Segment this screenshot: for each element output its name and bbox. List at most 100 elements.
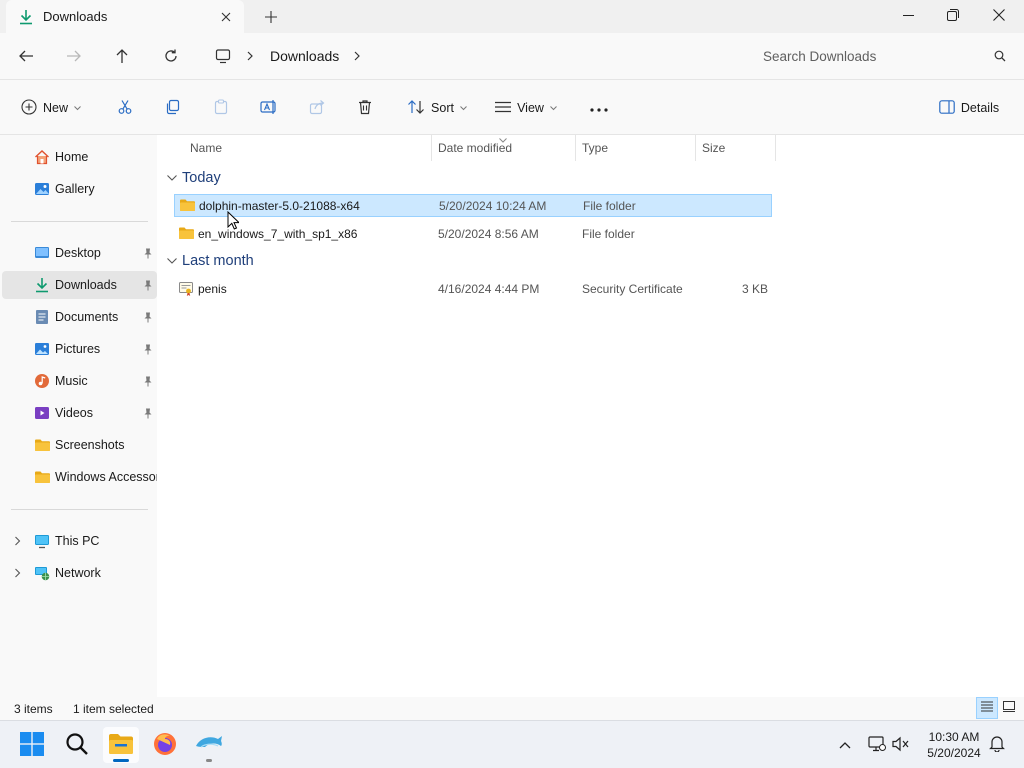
group-title: Last month <box>182 253 254 269</box>
column-divider[interactable] <box>431 135 432 161</box>
downloads-icon <box>18 9 34 25</box>
sidebar-item-network[interactable]: Network <box>2 559 157 587</box>
refresh-button[interactable] <box>155 41 187 71</box>
file-type: File folder <box>583 199 636 213</box>
breadcrumb-downloads[interactable]: Downloads <box>270 48 339 64</box>
folder-icon <box>178 226 194 242</box>
new-button[interactable]: New <box>18 93 84 123</box>
column-divider[interactable] <box>575 135 576 161</box>
chevron-right-icon[interactable] <box>246 51 256 61</box>
show-hidden-icons-button[interactable] <box>834 734 856 756</box>
details-view-toggle[interactable] <box>976 697 998 719</box>
pin-icon <box>142 311 154 323</box>
file-type: Security Certificate <box>582 282 683 296</box>
sort-indicator-icon <box>499 132 507 146</box>
more-options-button[interactable] <box>584 93 614 123</box>
minimize-button[interactable] <box>885 0 931 30</box>
taskbar-firefox[interactable] <box>147 727 183 763</box>
mouse-cursor-icon <box>227 210 241 233</box>
sidebar-item-music[interactable]: Music <box>2 367 157 395</box>
group-header-last-month[interactable]: Last month <box>165 250 254 272</box>
chevron-right-icon[interactable] <box>12 536 22 546</box>
this-pc-icon[interactable] <box>214 47 232 65</box>
chevron-down-icon[interactable] <box>165 258 179 264</box>
sidebar-item-videos[interactable]: Videos <box>2 399 157 427</box>
search-icon <box>983 50 1017 62</box>
chevron-right-icon[interactable] <box>12 568 22 578</box>
network-status-button[interactable] <box>866 734 888 756</box>
delete-button[interactable] <box>350 93 380 123</box>
folder-icon <box>179 198 195 214</box>
chevron-down-icon <box>74 105 81 111</box>
downloads-icon <box>33 276 51 294</box>
sidebar-item-pictures[interactable]: Pictures <box>2 335 157 363</box>
system-clock[interactable]: 10:30 AM 5/20/2024 <box>916 729 992 761</box>
pin-icon <box>142 407 154 419</box>
maximize-button[interactable] <box>930 0 976 30</box>
sidebar-item-desktop[interactable]: Desktop <box>2 239 157 267</box>
command-bar: New Sort View Details <box>0 80 1024 135</box>
details-pane-icon <box>939 99 955 117</box>
file-date: 4/16/2024 4:44 PM <box>438 282 540 296</box>
close-tab-icon[interactable] <box>212 3 240 31</box>
file-row[interactable]: en_windows_7_with_sp1_x86 5/20/2024 8:56… <box>174 223 772 246</box>
start-button[interactable] <box>14 727 50 763</box>
column-header-size[interactable]: Size <box>702 135 772 161</box>
taskbar-search-button[interactable] <box>59 727 95 763</box>
forward-button[interactable] <box>58 41 90 71</box>
navigation-bar: Downloads Search Downloads <box>0 33 1024 80</box>
taskbar-file-explorer[interactable] <box>103 727 139 763</box>
search-box[interactable]: Search Downloads <box>749 40 1017 72</box>
sort-button[interactable]: Sort <box>404 93 470 123</box>
column-type-label: Type <box>582 141 609 155</box>
view-label: View <box>517 101 544 115</box>
cut-button[interactable] <box>110 93 140 123</box>
details-pane-button[interactable]: Details <box>936 93 1002 123</box>
chevron-right-icon[interactable] <box>353 51 363 61</box>
file-type: File folder <box>582 227 635 241</box>
sidebar-item-screenshots[interactable]: Screenshots <box>2 431 157 459</box>
notifications-button[interactable] <box>986 734 1008 756</box>
share-button[interactable] <box>302 93 332 123</box>
group-header-today[interactable]: Today <box>165 167 221 189</box>
sidebar-item-windows-accessories[interactable]: Windows Accessories <box>2 463 157 491</box>
column-header-name[interactable]: Name <box>190 135 430 161</box>
address-bar[interactable]: Downloads <box>200 40 738 72</box>
view-button[interactable]: View <box>492 93 560 123</box>
volume-button[interactable] <box>890 734 912 756</box>
new-tab-button[interactable] <box>258 4 284 30</box>
documents-icon <box>33 308 51 326</box>
tab-downloads[interactable]: Downloads <box>6 0 244 33</box>
column-divider[interactable] <box>775 135 776 161</box>
column-header-date-modified[interactable]: Date modified <box>438 135 576 161</box>
sidebar-item-home[interactable]: Home <box>2 143 157 171</box>
sidebar-item-label: Screenshots <box>55 438 125 452</box>
file-row[interactable]: dolphin-master-5.0-21088-x64 5/20/2024 1… <box>174 194 772 217</box>
network-status-icon <box>868 735 886 755</box>
column-header-type[interactable]: Type <box>582 135 692 161</box>
sidebar-item-label: This PC <box>55 534 100 548</box>
sort-icon <box>407 99 425 118</box>
chevron-down-icon[interactable] <box>165 175 179 181</box>
bell-icon <box>989 735 1005 755</box>
paste-button[interactable] <box>206 93 236 123</box>
close-window-button[interactable] <box>976 0 1022 30</box>
up-button[interactable] <box>106 41 138 71</box>
sidebar-item-documents[interactable]: Documents <box>2 303 157 331</box>
rename-button[interactable] <box>254 93 284 123</box>
copy-button[interactable] <box>158 93 188 123</box>
view-list-icon <box>495 101 512 116</box>
taskbar-dolphin[interactable] <box>191 727 227 763</box>
tiles-view-toggle[interactable] <box>998 697 1020 719</box>
column-divider[interactable] <box>695 135 696 161</box>
search-input[interactable]: Search Downloads <box>763 49 983 64</box>
folder-icon <box>33 468 51 486</box>
navigation-pane: Home Gallery Desktop Downloads Documents <box>0 135 157 720</box>
sidebar-item-downloads[interactable]: Downloads <box>2 271 157 299</box>
file-row[interactable]: penis 4/16/2024 4:44 PM Security Certifi… <box>174 278 772 301</box>
sidebar-item-this-pc[interactable]: This PC <box>2 527 157 555</box>
file-name: penis <box>198 282 227 296</box>
back-button[interactable] <box>10 41 42 71</box>
file-date: 5/20/2024 10:24 AM <box>439 199 547 213</box>
sidebar-item-gallery[interactable]: Gallery <box>2 175 157 203</box>
